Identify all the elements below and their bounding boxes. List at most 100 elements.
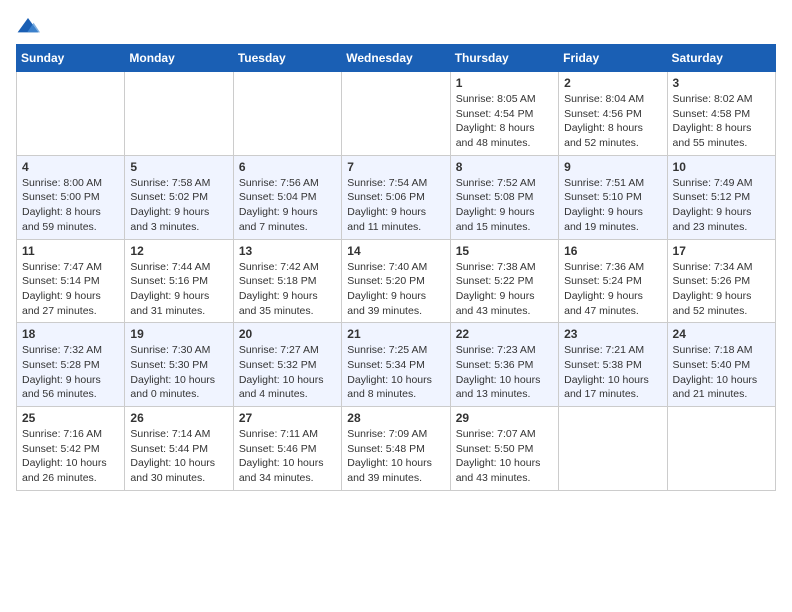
day-info: Sunrise: 8:02 AM Sunset: 4:58 PM Dayligh… bbox=[673, 92, 770, 151]
day-info: Sunrise: 7:42 AM Sunset: 5:18 PM Dayligh… bbox=[239, 260, 336, 319]
calendar-cell bbox=[125, 72, 233, 156]
day-number: 23 bbox=[564, 327, 661, 341]
calendar-cell: 13 Sunrise: 7:42 AM Sunset: 5:18 PM Dayli… bbox=[233, 239, 341, 323]
weekday-header: Saturday bbox=[667, 45, 775, 72]
calendar-cell: 27 Sunrise: 7:11 AM Sunset: 5:46 PM Dayli… bbox=[233, 407, 341, 491]
day-info: Sunrise: 7:11 AM Sunset: 5:46 PM Dayligh… bbox=[239, 427, 336, 486]
calendar-table: SundayMondayTuesdayWednesdayThursdayFrid… bbox=[16, 44, 776, 491]
calendar-week-row: 18 Sunrise: 7:32 AM Sunset: 5:28 PM Dayli… bbox=[17, 323, 776, 407]
day-info: Sunrise: 7:34 AM Sunset: 5:26 PM Dayligh… bbox=[673, 260, 770, 319]
day-info: Sunrise: 7:25 AM Sunset: 5:34 PM Dayligh… bbox=[347, 343, 444, 402]
weekday-header: Friday bbox=[559, 45, 667, 72]
calendar-cell: 12 Sunrise: 7:44 AM Sunset: 5:16 PM Dayli… bbox=[125, 239, 233, 323]
day-number: 4 bbox=[22, 160, 119, 174]
day-number: 25 bbox=[22, 411, 119, 425]
calendar-cell: 22 Sunrise: 7:23 AM Sunset: 5:36 PM Dayli… bbox=[450, 323, 558, 407]
calendar-cell: 29 Sunrise: 7:07 AM Sunset: 5:50 PM Dayli… bbox=[450, 407, 558, 491]
calendar-week-row: 4 Sunrise: 8:00 AM Sunset: 5:00 PM Daylig… bbox=[17, 155, 776, 239]
calendar-cell: 21 Sunrise: 7:25 AM Sunset: 5:34 PM Dayli… bbox=[342, 323, 450, 407]
logo-icon bbox=[16, 16, 40, 36]
day-info: Sunrise: 7:40 AM Sunset: 5:20 PM Dayligh… bbox=[347, 260, 444, 319]
day-number: 18 bbox=[22, 327, 119, 341]
day-info: Sunrise: 7:21 AM Sunset: 5:38 PM Dayligh… bbox=[564, 343, 661, 402]
calendar-cell: 26Sunrise: 7:14 AM Sunset: 5:44 PM Dayli… bbox=[125, 407, 233, 491]
weekday-header: Thursday bbox=[450, 45, 558, 72]
day-info: Sunrise: 7:38 AM Sunset: 5:22 PM Dayligh… bbox=[456, 260, 553, 319]
day-info: Sunrise: 8:05 AM Sunset: 4:54 PM Dayligh… bbox=[456, 92, 553, 151]
day-number: 12 bbox=[130, 244, 227, 258]
day-number: 2 bbox=[564, 76, 661, 90]
calendar-cell bbox=[559, 407, 667, 491]
day-number: 28 bbox=[347, 411, 444, 425]
day-number: 6 bbox=[239, 160, 336, 174]
day-info: Sunrise: 8:00 AM Sunset: 5:00 PM Dayligh… bbox=[22, 176, 119, 235]
day-number: 9 bbox=[564, 160, 661, 174]
day-info: Sunrise: 7:32 AM Sunset: 5:28 PM Dayligh… bbox=[22, 343, 119, 402]
calendar-cell: 6 Sunrise: 7:56 AM Sunset: 5:04 PM Daylig… bbox=[233, 155, 341, 239]
calendar-cell: 15 Sunrise: 7:38 AM Sunset: 5:22 PM Dayli… bbox=[450, 239, 558, 323]
calendar-header-row: SundayMondayTuesdayWednesdayThursdayFrid… bbox=[17, 45, 776, 72]
day-number: 20 bbox=[239, 327, 336, 341]
day-info: Sunrise: 7:36 AM Sunset: 5:24 PM Dayligh… bbox=[564, 260, 661, 319]
calendar-cell: 23 Sunrise: 7:21 AM Sunset: 5:38 PM Dayli… bbox=[559, 323, 667, 407]
day-number: 15 bbox=[456, 244, 553, 258]
calendar-cell: 9 Sunrise: 7:51 AM Sunset: 5:10 PM Daylig… bbox=[559, 155, 667, 239]
calendar-cell: 24 Sunrise: 7:18 AM Sunset: 5:40 PM Dayli… bbox=[667, 323, 775, 407]
day-info: Sunrise: 8:04 AM Sunset: 4:56 PM Dayligh… bbox=[564, 92, 661, 151]
day-number: 13 bbox=[239, 244, 336, 258]
calendar-cell: 8 Sunrise: 7:52 AM Sunset: 5:08 PM Daylig… bbox=[450, 155, 558, 239]
calendar-cell: 2 Sunrise: 8:04 AM Sunset: 4:56 PM Daylig… bbox=[559, 72, 667, 156]
calendar-cell bbox=[17, 72, 125, 156]
calendar-week-row: 1 Sunrise: 8:05 AM Sunset: 4:54 PM Daylig… bbox=[17, 72, 776, 156]
calendar-cell: 17 Sunrise: 7:34 AM Sunset: 5:26 PM Dayli… bbox=[667, 239, 775, 323]
calendar-cell: 16 Sunrise: 7:36 AM Sunset: 5:24 PM Dayli… bbox=[559, 239, 667, 323]
calendar-cell: 4 Sunrise: 8:00 AM Sunset: 5:00 PM Daylig… bbox=[17, 155, 125, 239]
day-info: Sunrise: 7:27 AM Sunset: 5:32 PM Dayligh… bbox=[239, 343, 336, 402]
calendar-week-row: 11 Sunrise: 7:47 AM Sunset: 5:14 PM Dayli… bbox=[17, 239, 776, 323]
calendar-cell: 7Sunrise: 7:54 AM Sunset: 5:06 PM Daylig… bbox=[342, 155, 450, 239]
day-number: 3 bbox=[673, 76, 770, 90]
day-info: Sunrise: 7:52 AM Sunset: 5:08 PM Dayligh… bbox=[456, 176, 553, 235]
calendar-cell: 11 Sunrise: 7:47 AM Sunset: 5:14 PM Dayli… bbox=[17, 239, 125, 323]
day-info: Sunrise: 7:23 AM Sunset: 5:36 PM Dayligh… bbox=[456, 343, 553, 402]
day-number: 26 bbox=[130, 411, 227, 425]
day-number: 5 bbox=[130, 160, 227, 174]
day-number: 19 bbox=[130, 327, 227, 341]
day-info: Sunrise: 7:49 AM Sunset: 5:12 PM Dayligh… bbox=[673, 176, 770, 235]
day-info: Sunrise: 7:07 AM Sunset: 5:50 PM Dayligh… bbox=[456, 427, 553, 486]
logo bbox=[16, 16, 44, 36]
day-number: 21 bbox=[347, 327, 444, 341]
calendar-cell: 25Sunrise: 7:16 AM Sunset: 5:42 PM Dayli… bbox=[17, 407, 125, 491]
calendar-cell: 19 Sunrise: 7:30 AM Sunset: 5:30 PM Dayli… bbox=[125, 323, 233, 407]
day-info: Sunrise: 7:58 AM Sunset: 5:02 PM Dayligh… bbox=[130, 176, 227, 235]
calendar-cell: 10 Sunrise: 7:49 AM Sunset: 5:12 PM Dayli… bbox=[667, 155, 775, 239]
day-info: Sunrise: 7:30 AM Sunset: 5:30 PM Dayligh… bbox=[130, 343, 227, 402]
calendar-week-row: 25Sunrise: 7:16 AM Sunset: 5:42 PM Dayli… bbox=[17, 407, 776, 491]
day-number: 24 bbox=[673, 327, 770, 341]
day-info: Sunrise: 7:47 AM Sunset: 5:14 PM Dayligh… bbox=[22, 260, 119, 319]
day-number: 29 bbox=[456, 411, 553, 425]
day-info: Sunrise: 7:09 AM Sunset: 5:48 PM Dayligh… bbox=[347, 427, 444, 486]
calendar-cell: 14 Sunrise: 7:40 AM Sunset: 5:20 PM Dayli… bbox=[342, 239, 450, 323]
calendar-cell: 18 Sunrise: 7:32 AM Sunset: 5:28 PM Dayli… bbox=[17, 323, 125, 407]
calendar-cell: 20 Sunrise: 7:27 AM Sunset: 5:32 PM Dayli… bbox=[233, 323, 341, 407]
day-info: Sunrise: 7:44 AM Sunset: 5:16 PM Dayligh… bbox=[130, 260, 227, 319]
calendar-cell: 3 Sunrise: 8:02 AM Sunset: 4:58 PM Daylig… bbox=[667, 72, 775, 156]
calendar-cell bbox=[667, 407, 775, 491]
day-info: Sunrise: 7:18 AM Sunset: 5:40 PM Dayligh… bbox=[673, 343, 770, 402]
day-number: 11 bbox=[22, 244, 119, 258]
calendar-cell: 28 Sunrise: 7:09 AM Sunset: 5:48 PM Dayli… bbox=[342, 407, 450, 491]
day-number: 1 bbox=[456, 76, 553, 90]
day-number: 27 bbox=[239, 411, 336, 425]
calendar-cell bbox=[233, 72, 341, 156]
day-info: Sunrise: 7:51 AM Sunset: 5:10 PM Dayligh… bbox=[564, 176, 661, 235]
day-info: Sunrise: 7:56 AM Sunset: 5:04 PM Dayligh… bbox=[239, 176, 336, 235]
day-number: 8 bbox=[456, 160, 553, 174]
day-number: 16 bbox=[564, 244, 661, 258]
calendar-cell: 5 Sunrise: 7:58 AM Sunset: 5:02 PM Daylig… bbox=[125, 155, 233, 239]
day-number: 14 bbox=[347, 244, 444, 258]
day-number: 10 bbox=[673, 160, 770, 174]
day-number: 17 bbox=[673, 244, 770, 258]
day-number: 22 bbox=[456, 327, 553, 341]
day-number: 7 bbox=[347, 160, 444, 174]
